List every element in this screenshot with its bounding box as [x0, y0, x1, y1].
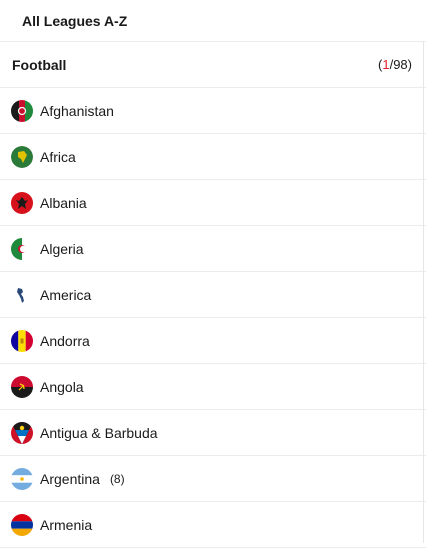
- league-count: (1/98): [378, 57, 412, 72]
- argentina-flag-icon: [11, 467, 33, 490]
- league-count-badge: (8): [109, 471, 125, 486]
- country-label: Argentina: [40, 470, 100, 487]
- leagues-panel: All Leagues A-Z Football (1/98) Afghanis…: [0, 0, 426, 548]
- country-label: Albania: [40, 194, 87, 211]
- sport-header-football[interactable]: Football (1/98): [0, 42, 426, 88]
- america-map-icon: [11, 283, 33, 306]
- country-label: Afghanistan: [40, 102, 114, 119]
- andorra-flag-icon: [11, 329, 33, 352]
- country-item-algeria[interactable]: Algeria: [0, 226, 426, 272]
- afghanistan-flag-icon: [11, 99, 33, 122]
- country-label: America: [40, 286, 92, 303]
- country-item-argentina[interactable]: Argentina (8): [0, 456, 426, 502]
- albania-flag-icon: [11, 191, 33, 214]
- country-item-afghanistan[interactable]: Afghanistan: [0, 88, 426, 134]
- country-item-africa[interactable]: Africa: [0, 134, 426, 180]
- country-label: Angola: [40, 378, 84, 395]
- league-count-highlight: 1: [382, 57, 390, 72]
- page-title: All Leagues A-Z: [0, 0, 426, 42]
- country-list: Afghanistan Africa Albania Algeria Ameri…: [0, 88, 426, 548]
- country-label: Africa: [40, 148, 76, 165]
- armenia-flag-icon: [11, 513, 33, 536]
- africa-globe-icon: [11, 145, 33, 168]
- sport-name: Football: [12, 56, 67, 73]
- angola-flag-icon: [11, 375, 33, 398]
- country-label: Andorra: [40, 332, 90, 349]
- country-item-albania[interactable]: Albania: [0, 180, 426, 226]
- country-label: Algeria: [40, 240, 84, 257]
- antigua-barbuda-flag-icon: [11, 421, 33, 444]
- country-item-america[interactable]: America: [0, 272, 426, 318]
- country-label: Armenia: [40, 516, 93, 533]
- algeria-flag-icon: [11, 237, 33, 260]
- country-item-antigua-barbuda[interactable]: Antigua & Barbuda: [0, 410, 426, 456]
- country-item-angola[interactable]: Angola: [0, 364, 426, 410]
- country-item-armenia[interactable]: Armenia: [0, 502, 426, 548]
- country-item-andorra[interactable]: Andorra: [0, 318, 426, 364]
- panel-right-border: [423, 42, 424, 543]
- country-label: Antigua & Barbuda: [40, 424, 158, 441]
